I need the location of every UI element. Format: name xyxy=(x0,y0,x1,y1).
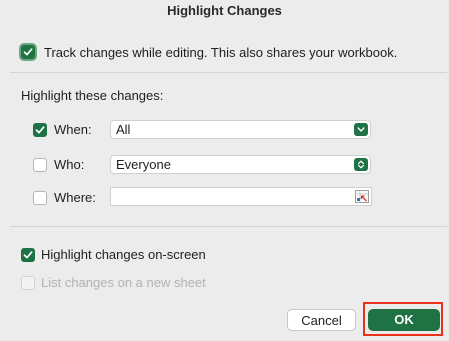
when-select-value: All xyxy=(116,122,131,137)
who-select[interactable]: Everyone xyxy=(110,155,371,174)
on-screen-label: Highlight changes on-screen xyxy=(41,247,206,262)
checkmark-icon xyxy=(35,126,45,134)
who-label: Who: xyxy=(54,157,85,172)
range-select-icon[interactable] xyxy=(355,190,369,203)
highlight-changes-dialog: Highlight Changes Track changes while ed… xyxy=(0,0,449,341)
checkmark-icon xyxy=(23,48,33,56)
where-checkbox[interactable] xyxy=(33,191,47,205)
track-changes-focus-ring xyxy=(19,43,37,61)
checkmark-icon xyxy=(23,251,33,259)
who-select-value: Everyone xyxy=(116,157,171,172)
track-changes-label: Track changes while editing. This also s… xyxy=(44,44,398,60)
when-checkbox[interactable] xyxy=(33,123,47,137)
when-select[interactable]: All xyxy=(110,120,371,139)
divider xyxy=(10,226,447,227)
chevron-updown-icon xyxy=(354,158,368,171)
chevron-down-icon xyxy=(354,123,368,136)
where-range-field[interactable] xyxy=(110,187,372,206)
highlight-section-label: Highlight these changes: xyxy=(21,88,164,103)
dialog-title: Highlight Changes xyxy=(167,3,282,18)
cancel-button[interactable]: Cancel xyxy=(287,309,356,331)
who-checkbox[interactable] xyxy=(33,158,47,172)
when-label: When: xyxy=(54,122,92,137)
on-screen-checkbox[interactable] xyxy=(21,248,35,262)
track-changes-checkbox[interactable] xyxy=(21,45,35,59)
new-sheet-label: List changes on a new sheet xyxy=(41,275,206,290)
new-sheet-checkbox xyxy=(21,276,35,290)
track-changes-row[interactable]: Track changes while editing. This also s… xyxy=(19,43,397,61)
where-label: Where: xyxy=(54,190,96,205)
divider xyxy=(10,72,447,73)
ok-button[interactable]: OK xyxy=(368,309,440,331)
